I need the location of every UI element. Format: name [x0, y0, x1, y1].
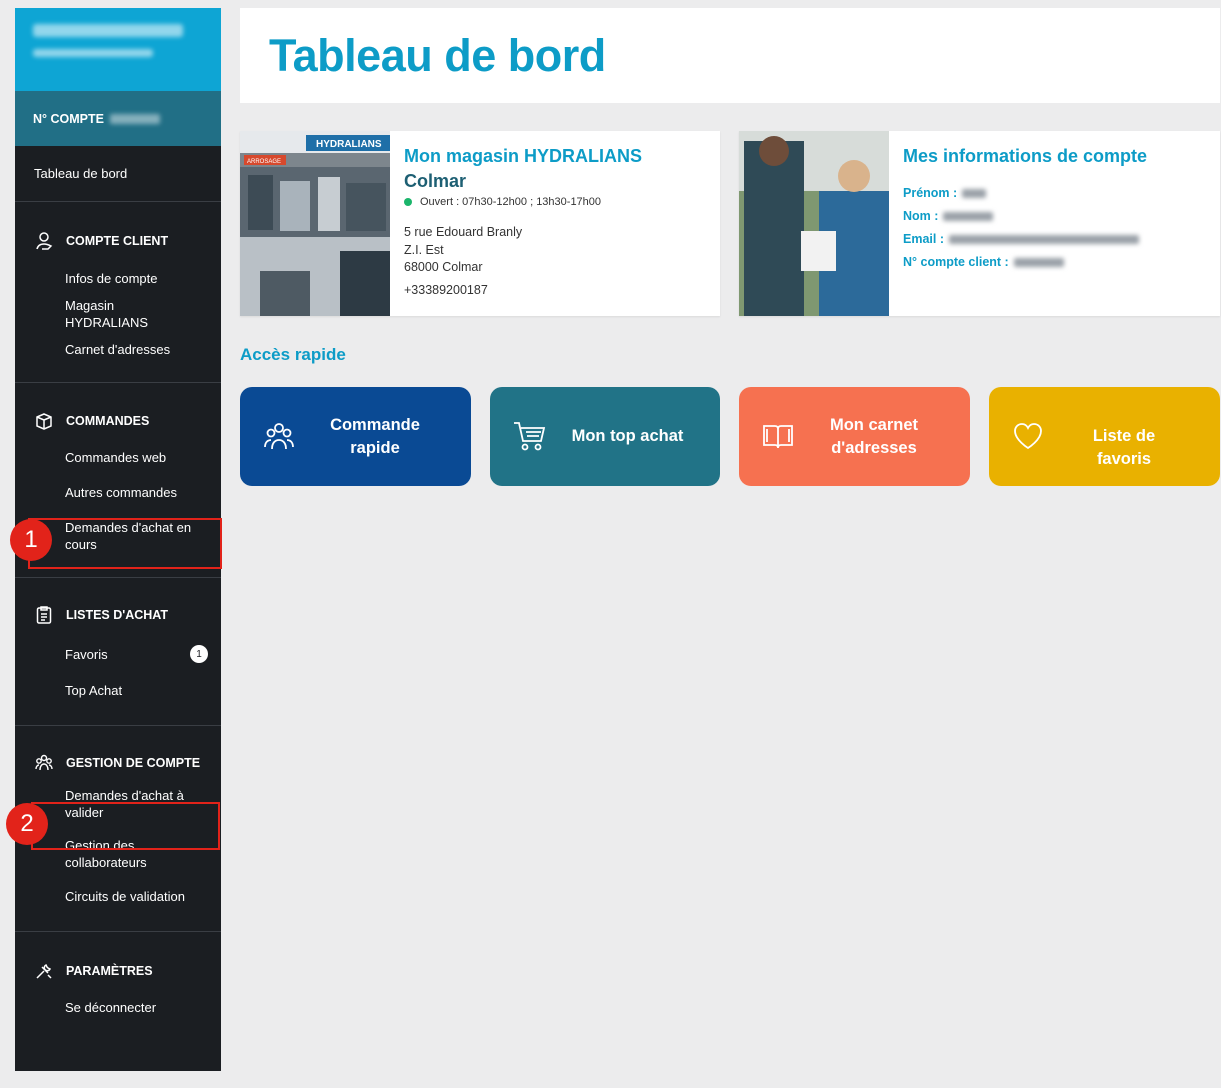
- annotation-marker-2: 2: [6, 803, 48, 845]
- sidebar-item-magasin[interactable]: Magasin HYDRALIANS: [15, 297, 221, 333]
- email-row: Email :: [903, 232, 1147, 246]
- tile-mon-carnet-adresses[interactable]: Mon carnet d'adresses: [739, 387, 970, 486]
- cart-icon: [512, 419, 546, 453]
- store-photo: HYDRALIANS ARROSAGE: [240, 131, 390, 316]
- tile-label: Commande rapide: [330, 415, 420, 457]
- annotation-marker-1: 1: [10, 519, 52, 561]
- store-title: Mon magasin HYDRALIANS Colmar: [404, 146, 643, 191]
- tile-label: Liste de favoris: [1092, 427, 1156, 468]
- store-sign-small-text: ARROSAGE: [247, 159, 281, 165]
- tools-icon: [33, 960, 55, 982]
- account-info: Mes informations de compte Prénom : Nom …: [889, 131, 1161, 316]
- highlight-box-2: [31, 802, 220, 850]
- tile-mon-top-achat[interactable]: Mon top achat: [490, 387, 720, 486]
- sidebar-item-top-achat[interactable]: Top Achat: [15, 673, 221, 709]
- sidebar-item-carnet-adresses[interactable]: Carnet d'adresses: [15, 332, 221, 368]
- sidebar-item-favoris[interactable]: Favoris 1: [15, 636, 221, 673]
- section-title: PARAMÈTRES: [15, 959, 221, 983]
- sidebar-item-autres-commandes[interactable]: Autres commandes: [15, 475, 221, 511]
- section-title: COMPTE CLIENT: [15, 229, 221, 253]
- sidebar-item-deconnexion[interactable]: Se déconnecter: [15, 990, 221, 1026]
- firstname-redacted: [962, 188, 987, 198]
- sidebar-item-dashboard[interactable]: Tableau de bord: [15, 146, 221, 202]
- account-info-title: Mes informations de compte: [903, 146, 1148, 166]
- tile-liste-favoris[interactable]: Liste de favoris: [989, 387, 1220, 486]
- firstname-row: Prénom :: [903, 186, 1147, 200]
- account-number-redacted: [109, 113, 160, 124]
- sidebar-item-label: Tableau de bord: [34, 166, 128, 181]
- tile-label: Mon carnet d'adresses: [829, 415, 918, 457]
- store-hours: Ouvert : 07h30-12h00 ; 13h30-17h00: [404, 196, 642, 208]
- account-number: N° COMPTE: [15, 91, 221, 146]
- account-number-row: N° compte client :: [903, 255, 1147, 269]
- team-icon: [33, 752, 55, 774]
- agency-header: [15, 8, 221, 91]
- open-status-dot: [404, 198, 412, 206]
- sidebar-item-infos-compte[interactable]: Infos de compte: [15, 261, 221, 297]
- account-photo: [739, 131, 889, 316]
- section-parametres: PARAMÈTRES Se déconnecter: [15, 932, 221, 1040]
- agency-name-redacted: [33, 24, 183, 37]
- lastname-redacted: [943, 211, 994, 221]
- account-number-redacted: [1013, 257, 1064, 267]
- highlight-box-1: [28, 518, 222, 569]
- account-number-label: N° COMPTE: [33, 111, 104, 126]
- store-phone[interactable]: +33389200187: [404, 283, 642, 297]
- email-redacted: [949, 234, 1139, 244]
- section-title: COMMANDES: [15, 409, 221, 433]
- store-card: HYDRALIANS ARROSAGE Mon magasin HYDRALIA…: [240, 131, 720, 316]
- sidebar-item-circuits-validation[interactable]: Circuits de validation: [15, 879, 221, 915]
- page-title: Tableau de bord: [269, 29, 606, 81]
- section-title: GESTION DE COMPTE: [15, 751, 221, 775]
- store-address: 5 rue Edouard Branly Z.I. Est 68000 Colm…: [404, 225, 523, 274]
- section-compte-client: COMPTE CLIENT Infos de compte Magasin HY…: [15, 202, 221, 383]
- team-icon: [262, 419, 296, 453]
- tile-commande-rapide[interactable]: Commande rapide: [240, 387, 471, 486]
- user-hand-icon: [33, 230, 55, 252]
- account-info-card: Mes informations de compte Prénom : Nom …: [739, 131, 1220, 316]
- clipboard-list-icon: [33, 604, 55, 626]
- favoris-count-badge: 1: [190, 645, 208, 663]
- sidebar-item-commandes-web[interactable]: Commandes web: [15, 440, 221, 476]
- section-listes-achat: LISTES D'ACHAT Favoris 1 Top Achat: [15, 578, 221, 726]
- agency-subtitle-redacted: [33, 49, 153, 57]
- box-icon: [33, 410, 55, 432]
- lastname-row: Nom :: [903, 209, 1147, 223]
- section-title: LISTES D'ACHAT: [15, 603, 221, 627]
- store-info: Mon magasin HYDRALIANS Colmar Ouvert : 0…: [390, 131, 656, 316]
- book-icon: [761, 419, 795, 453]
- tile-label: Mon top achat: [571, 427, 684, 445]
- heart-icon: [1011, 419, 1045, 453]
- quick-access-title: Accès rapide: [240, 345, 346, 364]
- page-header: Tableau de bord: [240, 8, 1220, 103]
- store-sign-text: HYDRALIANS: [316, 139, 382, 150]
